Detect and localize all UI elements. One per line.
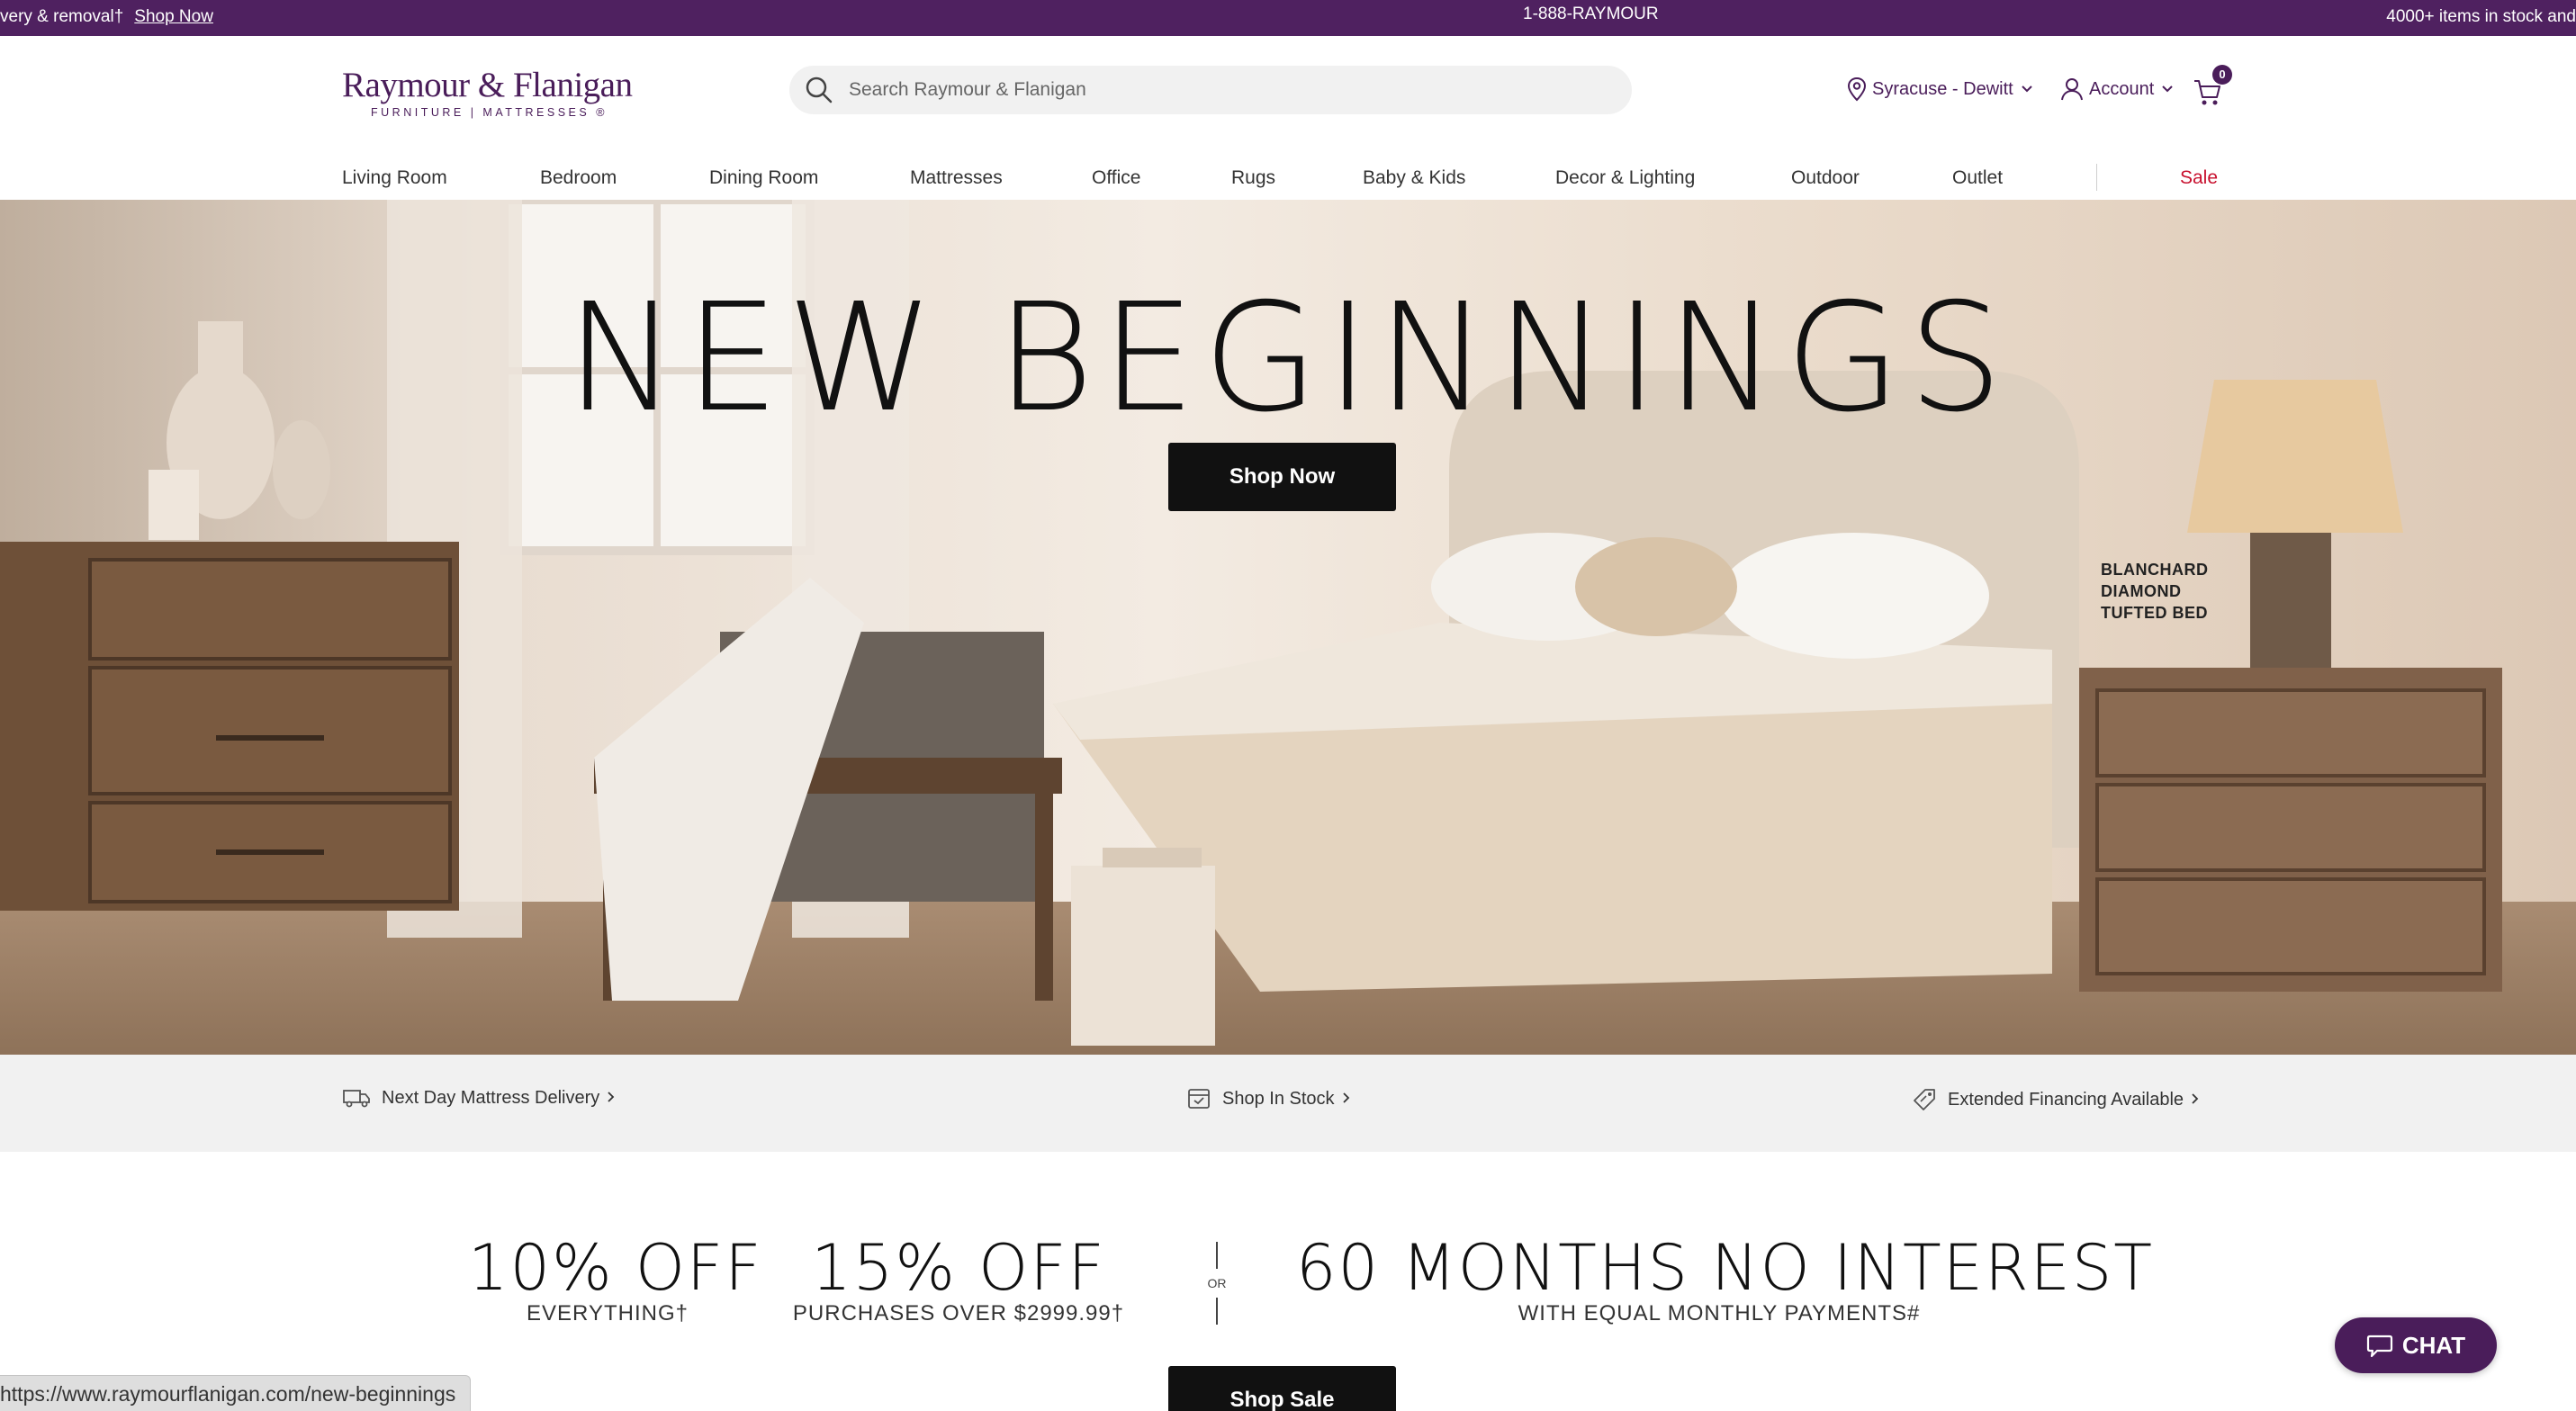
chevron-right-icon [607, 1088, 626, 1109]
store-location-selector[interactable]: Syracuse - Dewitt [1847, 76, 2033, 102]
account-menu[interactable]: Account [2060, 76, 2174, 102]
feature-label: Shop In Stock [1222, 1088, 1335, 1109]
nav-item-sale[interactable]: Sale [2180, 167, 2218, 189]
chat-label: CHAT [2401, 1331, 2466, 1359]
offer-headline: 10% OFF [468, 1231, 763, 1305]
logo[interactable]: Raymour & Flanigan FURNITURE | MATTRESSE… [342, 65, 633, 119]
search-icon [804, 75, 834, 105]
nav-item-decor-lighting[interactable]: Decor & Lighting [1555, 167, 1695, 189]
logo-sub: FURNITURE | MATTRESSES ® [371, 106, 608, 119]
cart-button[interactable]: 0 [2193, 65, 2232, 110]
hero-caption-line: TUFTED BED [2101, 604, 2208, 622]
status-bar-url: https://www.raymourflanigan.com/new-begi… [0, 1375, 472, 1411]
offer-headline: 60 MONTHS NO INTEREST [1296, 1231, 2155, 1305]
header: Raymour & Flanigan FURNITURE | MATTRESSE… [0, 36, 2576, 198]
offer-15-off[interactable]: 15% OFF PURCHASES OVER $2999.99† [783, 1231, 1134, 1326]
nav-item-bedroom[interactable]: Bedroom [540, 167, 617, 189]
nav-item-dining-room[interactable]: Dining Room [709, 167, 818, 189]
hero-title: NEW BEGINNINGS [565, 272, 2011, 445]
hero-caption-line: BLANCHARD [2101, 561, 2209, 579]
search-bar[interactable] [789, 66, 1632, 114]
chevron-right-icon [1342, 1089, 1362, 1110]
hero-caption-line: DIAMOND [2101, 582, 2182, 600]
logo-main: Raymour & Flanigan [342, 66, 633, 104]
truck-icon [343, 1090, 370, 1108]
promo-left: very & removal† Shop Now [0, 7, 213, 27]
nav-item-outlet[interactable]: Outlet [1952, 167, 2003, 189]
search-input[interactable] [849, 66, 1605, 114]
feature-next-day-delivery[interactable]: Next Day Mattress Delivery [342, 1087, 626, 1109]
user-icon [2060, 76, 2084, 102]
offer-subtext: EVERYTHING† [527, 1301, 689, 1326]
tag-icon [1914, 1089, 1935, 1110]
location-label: Syracuse - Dewitt [1872, 78, 2013, 99]
offer-subtext: PURCHASES OVER $2999.99† [792, 1301, 1125, 1326]
hero-banner[interactable]: NEW BEGINNINGS Shop Now BLANCHARD DIAMON… [0, 200, 2576, 1055]
offer-subtext: WITH EQUAL MONTHLY PAYMENTS# [1518, 1301, 1921, 1326]
offer-60-months[interactable]: 60 MONTHS NO INTEREST WITH EQUAL MONTHLY… [1296, 1231, 2155, 1326]
feature-shop-in-stock[interactable]: Shop In Stock [1186, 1087, 1362, 1110]
chevron-down-icon [2021, 85, 2033, 94]
feature-label: Next Day Mattress Delivery [382, 1087, 600, 1108]
nav-item-outdoor[interactable]: Outdoor [1791, 167, 1860, 189]
or-divider: OR [1206, 1242, 1228, 1328]
nav-item-living-room[interactable]: Living Room [342, 167, 447, 189]
chevron-down-icon [2161, 85, 2174, 94]
nav-item-baby-kids[interactable]: Baby & Kids [1363, 167, 1465, 189]
feature-extended-financing[interactable]: Extended Financing Available [1912, 1087, 2211, 1112]
or-text: OR [1207, 1276, 1227, 1290]
offer-10-off[interactable]: 10% OFF EVERYTHING† [468, 1231, 763, 1326]
hero-shop-now-button[interactable]: Shop Now [1168, 443, 1396, 511]
chat-button[interactable]: CHAT [2335, 1317, 2497, 1373]
promo-phone[interactable]: 1-888-RAYMOUR [1523, 4, 1659, 24]
divider-line [1216, 1298, 1218, 1325]
promo-right-text: 4000+ items in stock and [2386, 7, 2576, 26]
account-label: Account [2089, 78, 2155, 99]
main-nav: Living Room Bedroom Dining Room Mattress… [0, 155, 2576, 198]
nav-item-rugs[interactable]: Rugs [1231, 167, 1275, 189]
shop-sale-button[interactable]: Shop Sale [1168, 1366, 1396, 1411]
location-pin-icon [1847, 76, 1867, 102]
nav-item-office[interactable]: Office [1092, 167, 1140, 189]
chat-bubble-icon [2366, 1335, 2392, 1358]
promo-left-text: very & removal† [0, 7, 124, 26]
sale-section: 10% OFF EVERYTHING† 15% OFF PURCHASES OV… [0, 1152, 2576, 1411]
feature-label: Extended Financing Available [1948, 1089, 2184, 1110]
promo-bar: very & removal† Shop Now 1-888-RAYMOUR 40… [0, 0, 2576, 36]
cart-count-badge: 0 [2212, 65, 2232, 85]
nav-item-mattresses[interactable]: Mattresses [910, 167, 1003, 189]
nav-divider [2096, 164, 2097, 191]
promo-shop-now-link[interactable]: Shop Now [134, 7, 213, 26]
divider-line [1216, 1242, 1218, 1269]
box-icon [1188, 1089, 1210, 1109]
feature-strip: Next Day Mattress Delivery Shop In Stock… [0, 1055, 2576, 1152]
hero-product-caption: BLANCHARD DIAMOND TUFTED BED [2101, 559, 2209, 624]
chevron-right-icon [2191, 1090, 2211, 1110]
page: very & removal† Shop Now 1-888-RAYMOUR 40… [0, 0, 2576, 1411]
offer-headline: 15% OFF [811, 1231, 1106, 1305]
